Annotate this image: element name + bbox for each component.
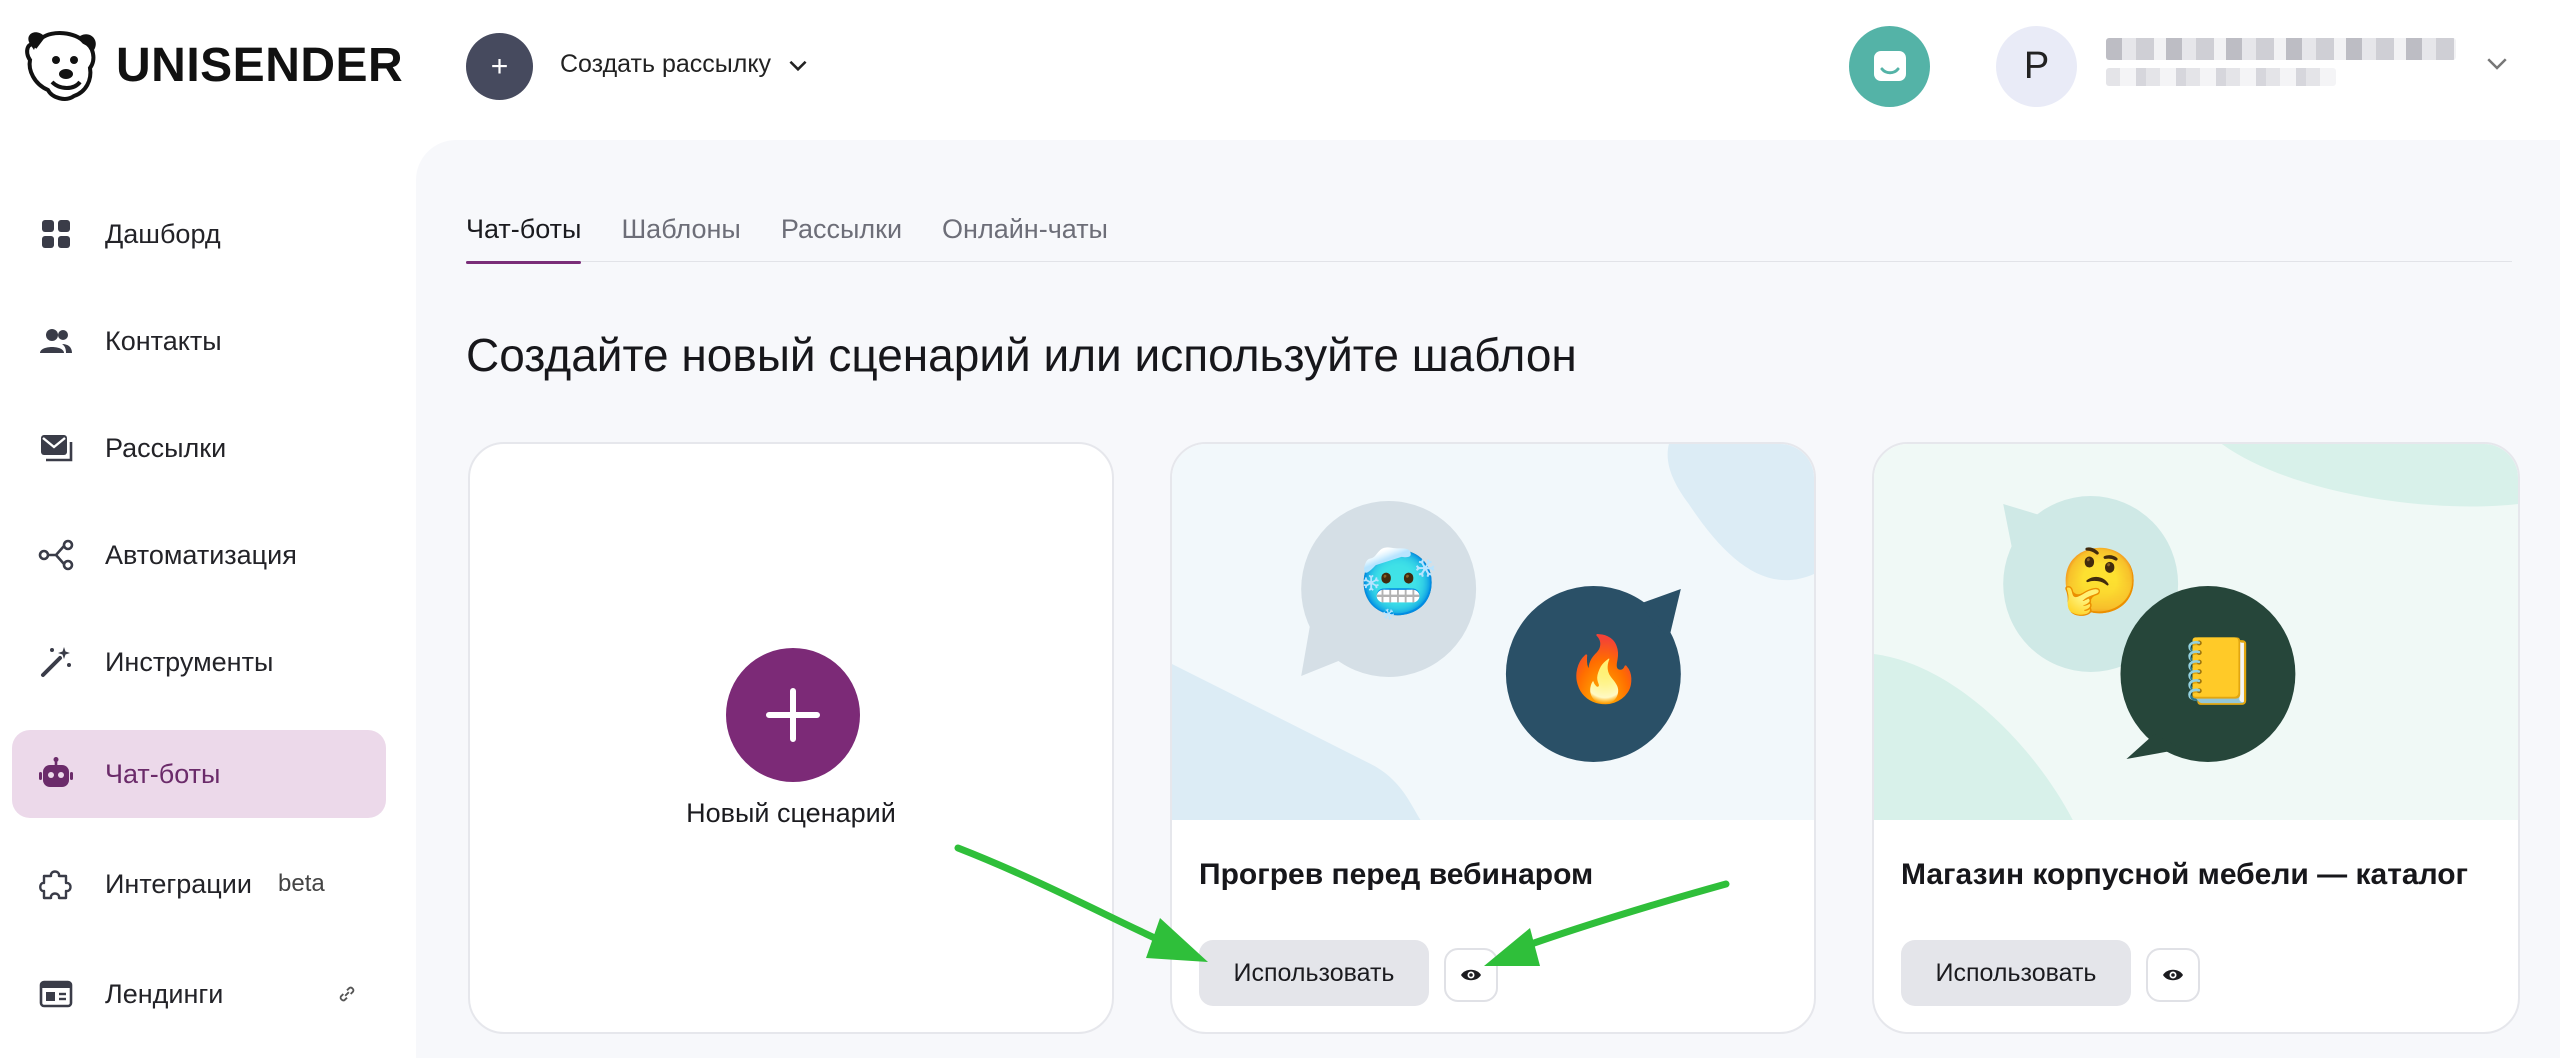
plus-icon: +: [490, 49, 509, 83]
tab-online-chats[interactable]: Онлайн-чаты: [942, 214, 1108, 262]
puzzle-icon: [38, 866, 74, 902]
sidebar-item-label: Инструменты: [105, 646, 274, 677]
sidebar-item-landings[interactable]: Лендинги: [12, 950, 386, 1038]
landing-icon: [38, 976, 74, 1012]
user-account-info-redacted[interactable]: [2106, 38, 2456, 86]
add-scenario-button[interactable]: [726, 648, 860, 782]
dashboard-icon: [38, 216, 74, 252]
sidebar-item-chatbots[interactable]: Чат-боты: [12, 730, 386, 818]
sidebar-item-label: Дашборд: [105, 218, 221, 249]
use-template-button[interactable]: Использовать: [1901, 940, 2131, 1006]
link-icon: [339, 986, 355, 1002]
sidebar-item-label: Чат-боты: [105, 758, 221, 789]
mailings-icon: [38, 430, 74, 466]
preview-template-button[interactable]: [1444, 948, 1498, 1002]
chevron-down-icon[interactable]: [2482, 48, 2512, 78]
tab-mailings[interactable]: Рассылки: [781, 214, 902, 262]
new-scenario-card[interactable]: Новый сценарий: [468, 442, 1114, 1034]
avatar-letter: Р: [2023, 45, 2050, 87]
emoji-thinking-face: 🤔: [2060, 545, 2140, 619]
emoji-fire: 🔥: [1564, 633, 1644, 707]
sidebar-item-label: Рассылки: [105, 432, 227, 463]
preview-template-button[interactable]: [2146, 948, 2200, 1002]
main-panel: Чат-боты Шаблоны Рассылки Онлайн-чаты Со…: [416, 140, 2560, 1058]
brand-logo[interactable]: UNISENDER: [22, 26, 403, 104]
user-avatar[interactable]: Р: [1996, 26, 2077, 107]
robot-icon: [38, 756, 74, 792]
sidebar-item-mailings[interactable]: Рассылки: [12, 404, 386, 492]
tab-chatbots[interactable]: Чат-боты: [466, 214, 582, 264]
sidebar-item-tools[interactable]: Инструменты: [12, 618, 386, 706]
contacts-icon: [38, 323, 74, 359]
support-chat-button[interactable]: [1849, 26, 1930, 107]
automation-icon: [38, 537, 74, 573]
tab-templates[interactable]: Шаблоны: [621, 214, 740, 262]
sidebar-item-label: Интеграции: [105, 868, 252, 899]
page-title: Создайте новый сценарий или используйте …: [466, 329, 1577, 381]
sidebar-item-contacts[interactable]: Контакты: [12, 297, 386, 385]
template-illustration: [1172, 444, 1814, 820]
dog-mascot-icon: [25, 31, 96, 101]
eye-icon: [2163, 969, 2183, 981]
template-title: Магазин корпусной мебели — каталог: [1901, 858, 2469, 891]
sidebar-item-label: Автоматизация: [105, 539, 297, 570]
sidebar-item-dashboard[interactable]: Дашборд: [12, 190, 386, 278]
beta-badge: beta: [278, 870, 325, 897]
chat-icon: [1873, 50, 1906, 81]
template-title: Прогрев перед вебинаром: [1199, 858, 1594, 891]
template-illustration: [1874, 444, 2518, 820]
template-card[interactable]: 🤔 📒 Магазин корпусной мебели — каталог И…: [1872, 442, 2520, 1034]
sidebar-item-label: Контакты: [105, 325, 222, 356]
chevron-down-icon: [789, 60, 807, 71]
tabs: Чат-боты Шаблоны Рассылки Онлайн-чаты: [466, 214, 2512, 264]
create-mailing-label: Создать рассылку: [560, 50, 772, 78]
create-mailing-dropdown[interactable]: Создать рассылку: [560, 50, 811, 79]
plus-icon: [766, 688, 820, 742]
sidebar-item-automation[interactable]: Автоматизация: [12, 511, 386, 599]
new-scenario-label: Новый сценарий: [686, 798, 896, 828]
emoji-cold-face: 🥶: [1358, 547, 1438, 621]
sidebar-item-integrations[interactable]: Интеграции beta: [12, 840, 386, 928]
sidebar-item-label: Лендинги: [105, 978, 224, 1009]
template-card[interactable]: 🥶 🔥 Прогрев перед вебинаром Использовать: [1170, 442, 1816, 1034]
magic-wand-icon: [38, 644, 74, 680]
eye-icon: [1461, 969, 1481, 981]
use-template-button[interactable]: Использовать: [1199, 940, 1429, 1006]
create-mailing-button[interactable]: +: [466, 33, 533, 100]
emoji-notebook: 📒: [2178, 635, 2258, 709]
brand-name: UNISENDER: [116, 38, 404, 92]
